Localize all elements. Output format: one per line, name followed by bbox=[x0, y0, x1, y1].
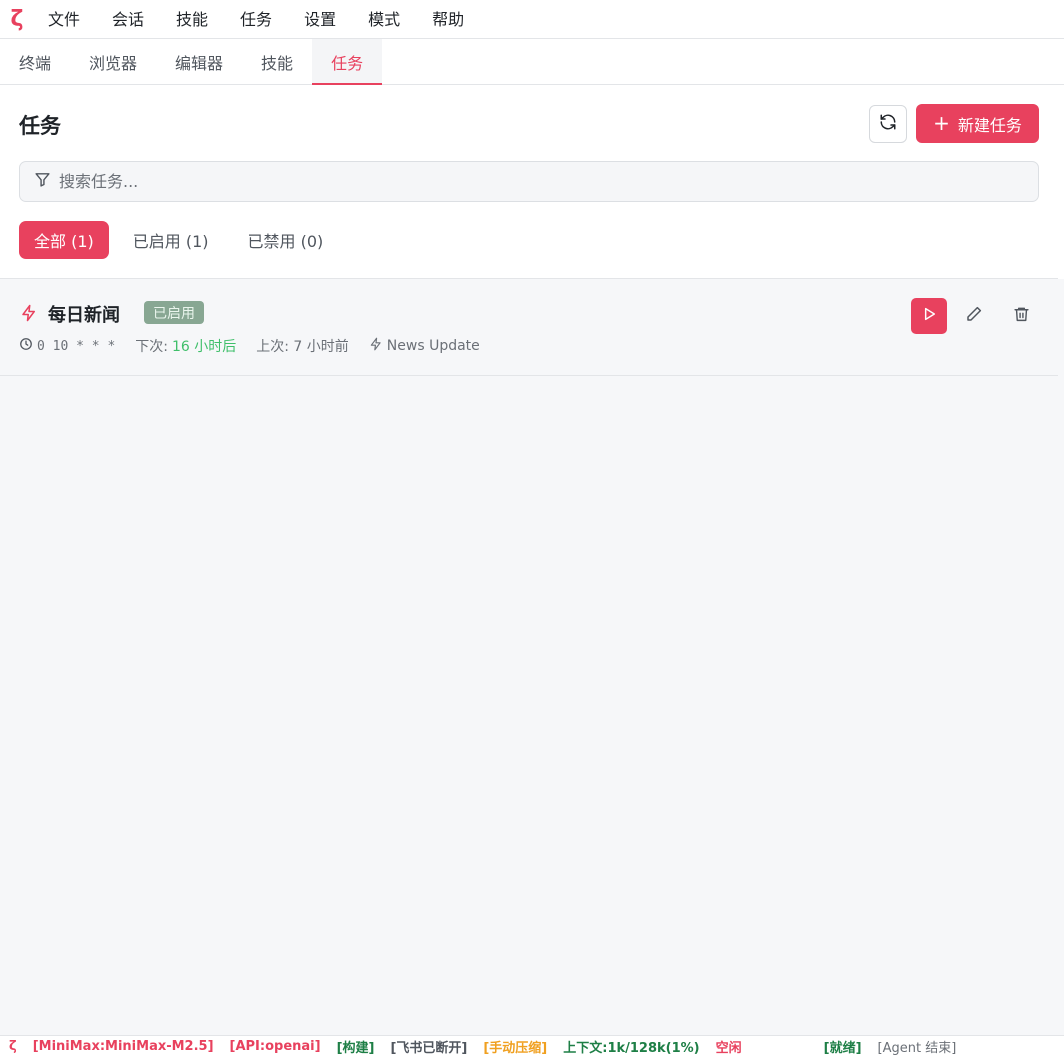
status-ready: [就绪] bbox=[823, 1041, 862, 1056]
new-task-label: 新建任务 bbox=[957, 115, 1022, 135]
last-run: 上次: 7 小时前 bbox=[256, 339, 349, 355]
status-model: [MiniMax:MiniMax-M2.5] bbox=[32, 1039, 214, 1054]
menu-skills[interactable]: 技能 bbox=[160, 0, 224, 39]
edit-task-button[interactable] bbox=[962, 304, 986, 328]
menu-file[interactable]: 文件 bbox=[32, 0, 96, 39]
filter-disabled[interactable]: 已禁用 (0) bbox=[233, 221, 339, 259]
status-context: 上下文:1k/128k(1%) bbox=[563, 1041, 700, 1056]
trash-icon bbox=[1013, 305, 1030, 327]
menu-tasks[interactable]: 任务 bbox=[224, 0, 288, 39]
tab-browser[interactable]: 浏览器 bbox=[70, 39, 156, 84]
task-cron: 0 10 * * * bbox=[37, 338, 116, 354]
page-title: 任务 bbox=[19, 114, 61, 138]
status-badge: 已启用 bbox=[144, 301, 204, 324]
refresh-button[interactable] bbox=[869, 105, 907, 143]
menu-help[interactable]: 帮助 bbox=[416, 0, 480, 39]
tab-editor[interactable]: 编辑器 bbox=[156, 39, 242, 84]
task-row[interactable]: 每日新闻 已启用 0 10 * * * 下次: 16 小时后 上次: 7 小时前… bbox=[0, 279, 1058, 376]
skill-icon bbox=[369, 337, 383, 355]
menu-mode[interactable]: 模式 bbox=[352, 0, 416, 39]
filter-enabled[interactable]: 已启用 (1) bbox=[118, 221, 224, 259]
task-meta: 0 10 * * * 下次: 16 小时后 上次: 7 小时前 News Upd… bbox=[19, 336, 480, 356]
refresh-icon bbox=[879, 113, 897, 135]
status-api: [API:openai] bbox=[229, 1039, 321, 1054]
play-icon bbox=[921, 306, 937, 326]
pencil-icon bbox=[965, 305, 983, 327]
filter-all[interactable]: 全部 (1) bbox=[19, 221, 109, 259]
app-logo: ζ bbox=[10, 6, 24, 32]
status-compress: [手动压缩] bbox=[483, 1041, 548, 1056]
status-build: [构建] bbox=[336, 1041, 375, 1056]
task-skill: News Update bbox=[386, 338, 480, 354]
tab-bar: 终端 浏览器 编辑器 技能 任务 bbox=[0, 39, 1064, 85]
task-list: 每日新闻 已启用 0 10 * * * 下次: 16 小时后 上次: 7 小时前… bbox=[0, 279, 1064, 1035]
new-task-button[interactable]: + 新建任务 bbox=[916, 104, 1039, 143]
filter-icon bbox=[34, 171, 51, 192]
search-box[interactable] bbox=[19, 161, 1039, 202]
tab-terminal[interactable]: 终端 bbox=[0, 39, 70, 84]
filter-tabs: 全部 (1) 已启用 (1) 已禁用 (0) bbox=[19, 221, 347, 259]
plus-icon: + bbox=[933, 110, 950, 135]
menu-bar: ζ 文件 会话 技能 任务 设置 模式 帮助 bbox=[0, 0, 1064, 39]
tab-skills[interactable]: 技能 bbox=[242, 39, 312, 84]
task-name: 每日新闻 bbox=[48, 305, 120, 326]
search-input[interactable] bbox=[59, 172, 959, 191]
lightning-icon bbox=[20, 303, 38, 327]
next-run-value: 16 小时后 bbox=[172, 339, 237, 355]
menu-session[interactable]: 会话 bbox=[96, 0, 160, 39]
status-bar: ζ [MiniMax:MiniMax-M2.5] [API:openai] [构… bbox=[0, 1035, 1064, 1057]
menu-settings[interactable]: 设置 bbox=[288, 0, 352, 39]
clock-icon bbox=[19, 337, 33, 355]
tasks-header: 任务 + 新建任务 全部 (1) 已启用 (1) 已禁用 (0) bbox=[0, 85, 1058, 279]
next-run-label: 下次: bbox=[135, 339, 168, 355]
run-task-button[interactable] bbox=[911, 298, 947, 334]
delete-task-button[interactable] bbox=[1009, 304, 1033, 328]
status-feishu: [飞书已断开] bbox=[390, 1041, 468, 1056]
status-idle: 空闲 bbox=[715, 1041, 742, 1056]
tab-tasks[interactable]: 任务 bbox=[312, 39, 383, 85]
status-logo: ζ bbox=[9, 1039, 17, 1054]
status-agent: [Agent 结束] bbox=[877, 1041, 957, 1056]
